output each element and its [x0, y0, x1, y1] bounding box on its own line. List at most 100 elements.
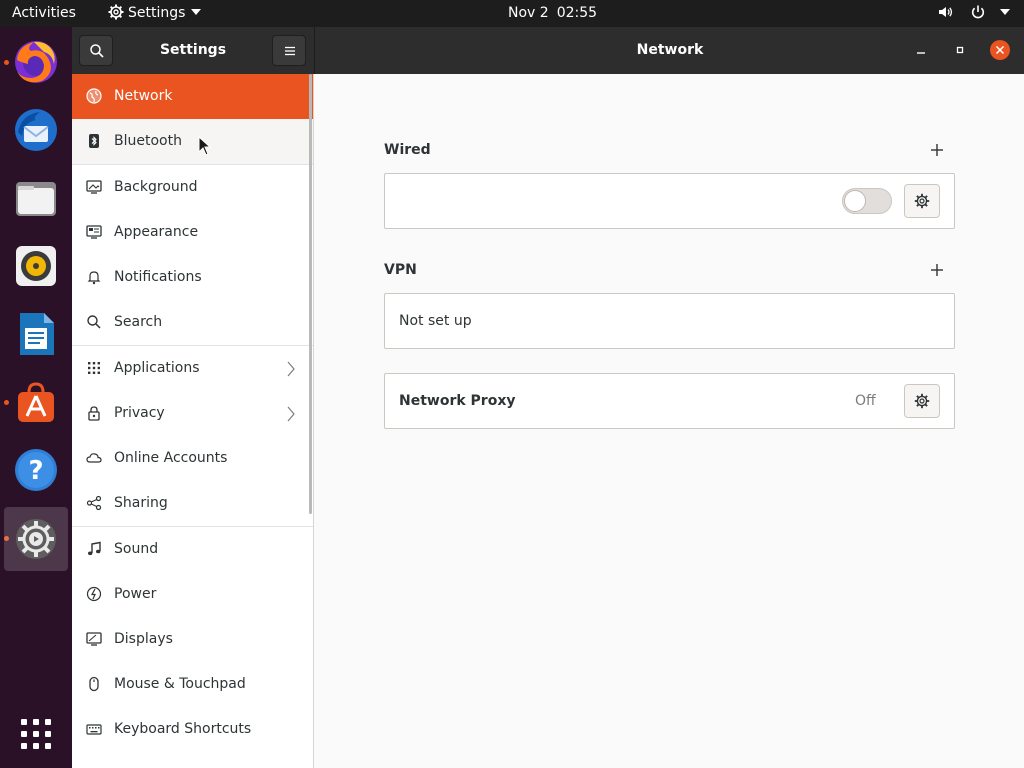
music-note-icon [88, 541, 101, 556]
sidebar-item-label: Sound [114, 541, 159, 557]
gear-icon [914, 193, 930, 209]
sidebar-item-label: Background [114, 179, 198, 195]
dock-files[interactable] [4, 166, 68, 230]
sidebar-item-applications[interactable]: Applications [72, 346, 313, 391]
sidebar-item-power[interactable]: Power [72, 572, 313, 617]
sidebar-item-network[interactable]: Network [72, 74, 313, 119]
volume-icon [937, 5, 957, 21]
add-vpn-button[interactable] [927, 260, 947, 280]
maximize-icon [956, 46, 964, 54]
sidebar-item-label: Privacy [114, 405, 165, 421]
sidebar-item-displays[interactable]: Displays [72, 617, 313, 662]
sidebar-scrollbar[interactable] [309, 74, 312, 514]
sidebar-item-mouse-touchpad[interactable]: Mouse & Touchpad [72, 662, 313, 707]
sidebar-item-label: Appearance [114, 224, 199, 240]
dock-rhythmbox[interactable] [4, 234, 68, 298]
mouse-icon [89, 676, 99, 692]
display-icon [86, 632, 102, 646]
mouse-pointer-icon [198, 136, 212, 156]
settings-window: Settings Network Network Bluetooth Backg… [72, 27, 1024, 768]
network-proxy-label: Network Proxy [399, 393, 516, 409]
vpn-section-title: VPN [384, 262, 417, 278]
sidebar-item-notifications[interactable]: Notifications [72, 255, 313, 300]
sidebar-item-background[interactable]: Background [72, 165, 313, 210]
dock-firefox[interactable] [4, 30, 68, 94]
minimize-icon [917, 52, 925, 54]
chevron-right-icon [287, 361, 295, 377]
writer-icon [20, 313, 54, 355]
add-wired-button[interactable] [927, 140, 947, 160]
network-icon [86, 88, 102, 104]
toggle-knob [844, 190, 866, 212]
caret-down-icon [1000, 9, 1010, 15]
system-menu[interactable] [937, 0, 1010, 27]
bell-icon [87, 271, 101, 285]
bluetooth-icon [89, 134, 99, 148]
top-bar: Activities Settings Nov 2 02:55 [0, 0, 1024, 27]
menu-button[interactable] [272, 35, 306, 66]
maximize-button[interactable] [950, 40, 970, 60]
plus-icon [931, 264, 943, 276]
vpn-status-text: Not set up [399, 313, 472, 329]
sidebar-item-keyboard-shortcuts[interactable]: Keyboard Shortcuts [72, 707, 313, 752]
background-icon [86, 180, 102, 194]
sidebar: Network Bluetooth Background Appearance … [72, 74, 314, 768]
clock-time: 02:55 [556, 5, 598, 21]
sidebar-item-label: Applications [114, 360, 200, 376]
dock-ubuntu-software[interactable] [4, 370, 68, 434]
sidebar-item-sharing[interactable]: Sharing [72, 481, 313, 526]
app-menu[interactable]: Settings [108, 0, 202, 27]
settings-icon [16, 519, 56, 559]
clock[interactable]: Nov 2 02:55 [508, 0, 597, 27]
search-button[interactable] [79, 35, 113, 66]
clock-date: Nov 2 [508, 5, 549, 21]
sidebar-item-online-accounts[interactable]: Online Accounts [72, 436, 313, 481]
dock-settings[interactable] [4, 507, 68, 571]
plus-icon [931, 144, 943, 156]
cloud-icon [86, 453, 102, 463]
proxy-settings-button[interactable] [904, 384, 940, 418]
sidebar-title: Settings [159, 42, 227, 58]
sidebar-item-search[interactable]: Search [72, 300, 313, 345]
thunderbird-icon [15, 109, 57, 151]
sidebar-item-label: Sharing [114, 495, 168, 511]
caret-down-icon [191, 9, 202, 15]
show-applications-button[interactable] [4, 702, 68, 766]
sidebar-item-bluetooth[interactable]: Bluetooth [72, 119, 313, 164]
keyboard-icon [86, 724, 102, 735]
sidebar-item-label: Power [114, 586, 157, 602]
sidebar-item-label: Search [114, 314, 163, 330]
power-icon [86, 586, 102, 602]
app-menu-label: Settings [128, 5, 186, 21]
wired-toggle[interactable] [842, 188, 892, 214]
dock-thunderbird[interactable] [4, 98, 68, 162]
network-proxy-status: Off [855, 393, 876, 409]
dock-help[interactable]: ? [4, 438, 68, 502]
wired-section-title: Wired [384, 142, 431, 158]
hamburger-icon [285, 46, 295, 56]
network-proxy-row[interactable]: Network Proxy Off [384, 373, 955, 429]
close-icon [995, 45, 1005, 55]
gear-icon [914, 393, 930, 409]
app-grid-icon [21, 719, 51, 749]
wired-settings-button[interactable] [904, 184, 940, 218]
chevron-right-icon [287, 406, 295, 422]
activities-button[interactable]: Activities [12, 0, 76, 27]
dock-writer[interactable] [4, 302, 68, 366]
appearance-icon [86, 225, 102, 239]
power-icon [970, 5, 990, 21]
sidebar-item-label: Bluetooth [114, 133, 182, 149]
close-button[interactable] [990, 40, 1010, 60]
sidebar-item-label: Notifications [114, 269, 202, 285]
sidebar-item-privacy[interactable]: Privacy [72, 391, 313, 436]
header-bar: Settings Network [72, 27, 1024, 74]
minimize-button[interactable] [911, 40, 931, 60]
wired-connection-row [384, 173, 955, 229]
sidebar-item-appearance[interactable]: Appearance [72, 210, 313, 255]
sidebar-item-sound[interactable]: Sound [72, 527, 313, 572]
rhythmbox-icon [16, 246, 56, 286]
lock-icon [88, 406, 100, 421]
vpn-row: Not set up [384, 293, 955, 349]
gear-icon [108, 3, 124, 20]
sidebar-item-label: Displays [114, 631, 173, 647]
